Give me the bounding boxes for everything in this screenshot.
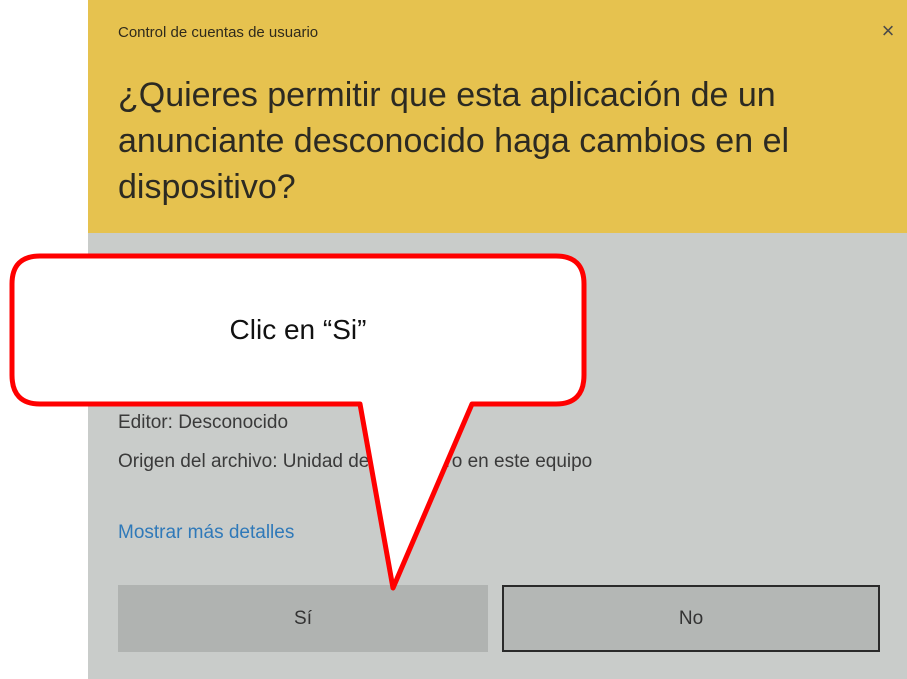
dialog-title: Control de cuentas de usuario xyxy=(118,24,319,41)
callout-text: Clic en “Si” xyxy=(229,314,367,345)
yes-button[interactable]: Sí xyxy=(118,585,488,652)
file-origin-info: Origen del archivo: Unidad de disco duro… xyxy=(118,451,593,472)
show-more-details-link[interactable]: Mostrar más detalles xyxy=(118,522,294,544)
yes-button-label: Sí xyxy=(294,607,312,629)
publisher-info: Editor: Desconocido xyxy=(118,412,289,433)
no-button[interactable]: No xyxy=(502,585,880,652)
close-icon[interactable]: × xyxy=(877,20,899,42)
dialog-header: Control de cuentas de usuario × ¿Quieres… xyxy=(88,0,907,233)
app-name: oads xyxy=(118,284,179,315)
uac-question: ¿Quieres permitir que esta aplicación de… xyxy=(118,76,790,206)
no-button-label: No xyxy=(678,607,704,629)
screenshot-stage: Control de cuentas de usuario × ¿Quieres… xyxy=(0,0,907,679)
